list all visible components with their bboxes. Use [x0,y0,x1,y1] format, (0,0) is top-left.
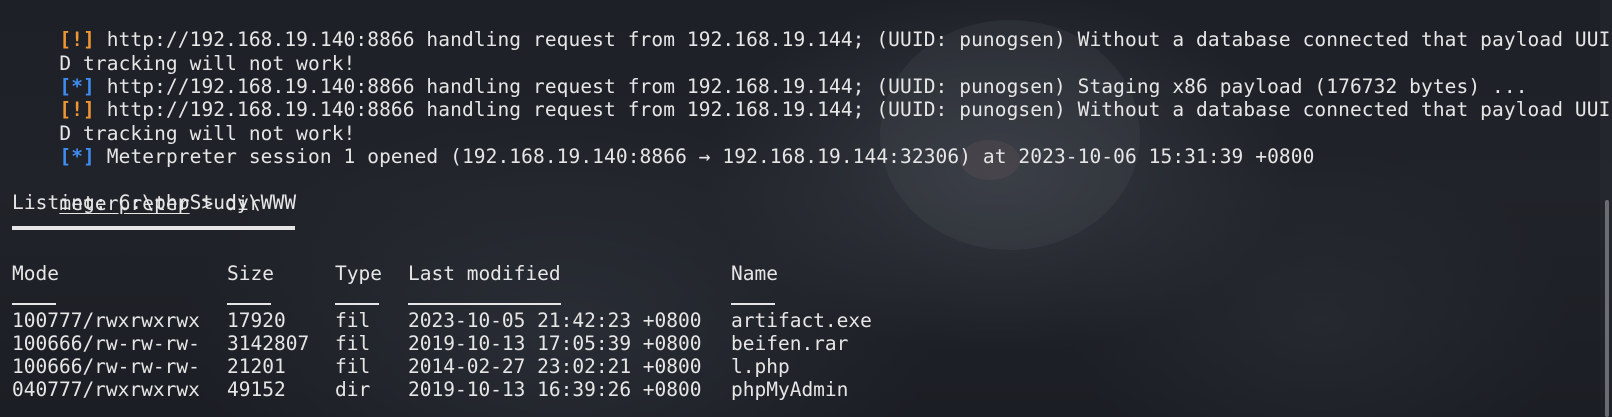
column-header-underline [12,303,56,305]
column-header-underline [731,303,775,305]
column-header-mode: Mode [12,262,59,285]
cell-mode: 100666/rw-rw-rw- [12,355,200,378]
cell-mode: 040777/rwxrwxrwx [12,378,200,401]
log-line-continuation: D tracking will not work! [12,28,355,75]
cell-type: fil [335,332,371,355]
cell-mode: 100666/rw-rw-rw- [12,332,200,355]
column-header-underline [227,303,271,305]
cell-modified: 2023-10-05 21:42:23 +0800 [408,309,702,332]
column-header-size: Size [227,262,274,285]
listing-title-rule [12,226,295,230]
cell-type: dir [335,378,371,401]
command-prompt-line[interactable]: meterpreter > dir [12,168,261,215]
column-header-name: Name [731,262,778,285]
column-header-underline [408,303,561,305]
cell-modified: 2014-02-27 23:02:21 +0800 [408,355,702,378]
cell-name: l.php [731,355,790,378]
column-header-modified: Last modified [408,262,561,285]
cell-name: phpMyAdmin [731,378,849,401]
cell-type: fil [335,309,371,332]
cell-mode: 100777/rwxrwxrwx [12,309,200,332]
column-header-type: Type [335,262,382,285]
log-line-info: [*] Meterpreter session 1 opened (192.16… [12,121,1314,168]
listing-title: Listing: C:\phpStudy\WWW [12,191,297,214]
cell-size: 17920 [227,309,286,332]
cell-name: artifact.exe [731,309,872,332]
scrollbar-thumb[interactable] [1605,200,1609,417]
column-header-underline [335,303,379,305]
cell-size: 49152 [227,378,286,401]
log-text: Meterpreter session 1 opened (192.168.19… [94,145,1315,168]
log-line-continuation: D tracking will not work! [12,98,355,145]
log-line-warning: [!] http://192.168.19.140:8866 handling … [12,74,1610,121]
log-line-info: [*] http://192.168.19.140:8866 handling … [12,51,1528,98]
cell-name: beifen.rar [731,332,849,355]
log-line-warning: [!] http://192.168.19.140:8866 handling … [12,4,1610,51]
cell-modified: 2019-10-13 16:39:26 +0800 [408,378,702,401]
cell-size: 21201 [227,355,286,378]
cell-type: fil [335,355,371,378]
cell-size: 3142807 [227,332,310,355]
cell-modified: 2019-10-13 17:05:39 +0800 [408,332,702,355]
info-tag: [*] [59,145,95,168]
terminal-window[interactable]: [!] http://192.168.19.140:8866 handling … [0,0,1612,417]
